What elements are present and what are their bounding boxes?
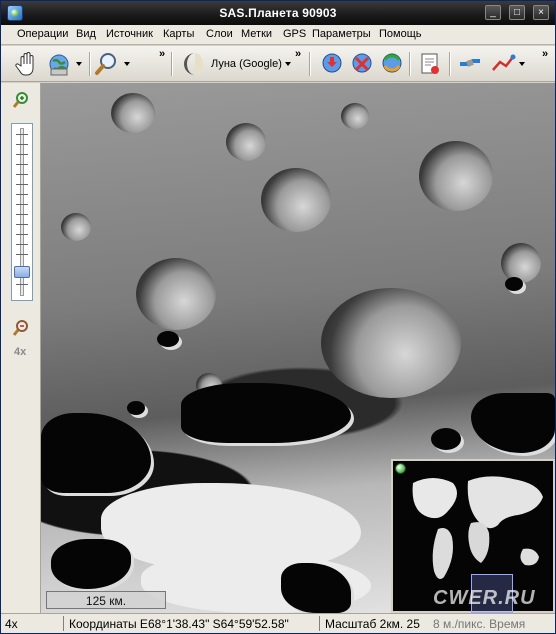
menu-gps[interactable]: GPS <box>283 28 306 40</box>
hand-pan-icon[interactable] <box>15 50 39 78</box>
globe-refresh-icon[interactable] <box>380 50 404 78</box>
lunar-crater <box>501 243 541 283</box>
shadow-region <box>181 383 351 443</box>
slider-tick <box>16 214 28 215</box>
slider-tick <box>16 234 28 235</box>
slider-tick <box>16 134 28 135</box>
zoom-panel: 4x <box>1 83 41 613</box>
slider-tick <box>16 194 28 195</box>
slider-tick <box>16 164 28 165</box>
status-coordinates: Координаты E68°1'38.43" S64°59'52.58" <box>69 617 289 631</box>
slider-tick <box>16 224 28 225</box>
app-window: SAS.Планета 90903 _ □ × Операции Вид Ист… <box>0 0 556 634</box>
toolbar-separator <box>89 52 90 76</box>
toolbar-overflow-chevron-2[interactable]: » <box>295 48 301 60</box>
map-view[interactable]: 125 км. CWER.RU <box>41 83 555 613</box>
zoom-dropdown-arrow[interactable] <box>124 62 130 66</box>
shadow-region <box>41 413 151 493</box>
lunar-crater <box>61 213 91 241</box>
slider-tick <box>16 184 28 185</box>
status-zoom: 4x <box>5 617 18 631</box>
slider-tick <box>16 154 28 155</box>
toolbar-separator <box>309 52 310 76</box>
menu-help[interactable]: Помощь <box>379 28 422 40</box>
toolbar-separator <box>449 52 450 76</box>
zoom-level-label: 4x <box>14 346 27 358</box>
menu-source[interactable]: Источник <box>106 28 153 40</box>
toolbar-overflow-chevron-3[interactable]: » <box>542 48 548 60</box>
zoom-in-icon[interactable] <box>12 91 30 109</box>
gps-dropdown-arrow[interactable] <box>519 62 525 66</box>
shadow-region <box>471 393 555 453</box>
map-source-dropdown-arrow[interactable] <box>285 62 291 66</box>
status-separator <box>63 616 64 631</box>
lunar-crater <box>261 168 331 232</box>
menu-bar: Операции Вид Источник Карты Слои Метки G… <box>1 25 555 45</box>
magnifier-icon[interactable] <box>94 50 120 78</box>
shadowed-crater <box>127 401 145 415</box>
slider-tick <box>16 204 28 205</box>
toolbar-overflow-chevron-1[interactable]: » <box>159 48 165 60</box>
scale-label: 125 км. <box>85 594 127 608</box>
minimize-button[interactable]: _ <box>485 5 501 20</box>
lunar-crater <box>419 141 493 211</box>
slider-tick <box>16 254 28 255</box>
main-toolbar: » Луна (Google) » » <box>1 46 555 82</box>
slider-tick <box>16 284 28 285</box>
slider-tick <box>16 244 28 245</box>
zoom-slider[interactable] <box>11 123 33 301</box>
slider-tick <box>16 174 28 175</box>
lunar-crater <box>321 288 461 398</box>
lunar-crater <box>111 93 155 133</box>
lunar-crater <box>136 258 216 330</box>
map-scale-bar: 125 км. <box>46 591 166 609</box>
menu-view[interactable]: Вид <box>76 28 96 40</box>
map-source-label[interactable]: Луна (Google) <box>211 58 282 70</box>
gps-track-icon[interactable] <box>490 50 516 78</box>
status-separator <box>319 616 320 631</box>
moon-icon[interactable] <box>181 50 205 78</box>
menu-layers[interactable]: Слои <box>206 28 233 40</box>
slider-tick <box>16 144 28 145</box>
watermark-text: CWER.RU <box>433 587 536 609</box>
menu-operations[interactable]: Операции <box>17 28 68 40</box>
status-scale: Масштаб 2км. 25 <box>325 617 420 631</box>
menu-settings[interactable]: Параметры <box>312 28 371 40</box>
close-button[interactable]: × <box>533 5 549 20</box>
title-bar: SAS.Планета 90903 _ □ × <box>1 1 555 25</box>
download-globe-icon[interactable] <box>320 50 344 78</box>
toolbar-separator <box>171 52 172 76</box>
lunar-crater <box>341 103 369 129</box>
lunar-crater <box>226 123 266 161</box>
shadowed-crater <box>505 277 523 291</box>
status-truncated-tail: 8 м./пикс. Время <box>433 617 526 631</box>
zoom-out-icon[interactable] <box>12 319 30 337</box>
menu-marks[interactable]: Метки <box>241 28 272 40</box>
status-bar: 4x Координаты E68°1'38.43" S64°59'52.58"… <box>1 613 555 633</box>
map-export-icon[interactable] <box>417 50 443 78</box>
menu-maps[interactable]: Карты <box>163 28 194 40</box>
shadow-region <box>51 539 131 589</box>
satellite-icon[interactable] <box>457 50 483 78</box>
zoom-slider-thumb[interactable] <box>14 266 30 278</box>
shadowed-crater <box>431 428 461 450</box>
globe-delete-icon[interactable] <box>350 50 374 78</box>
window-title: SAS.Планета 90903 <box>219 6 337 20</box>
shadowed-crater <box>157 331 179 347</box>
globe-icon[interactable] <box>47 50 73 78</box>
globe-dropdown-arrow[interactable] <box>76 62 82 66</box>
maximize-button[interactable]: □ <box>509 5 525 20</box>
toolbar-separator <box>409 52 410 76</box>
